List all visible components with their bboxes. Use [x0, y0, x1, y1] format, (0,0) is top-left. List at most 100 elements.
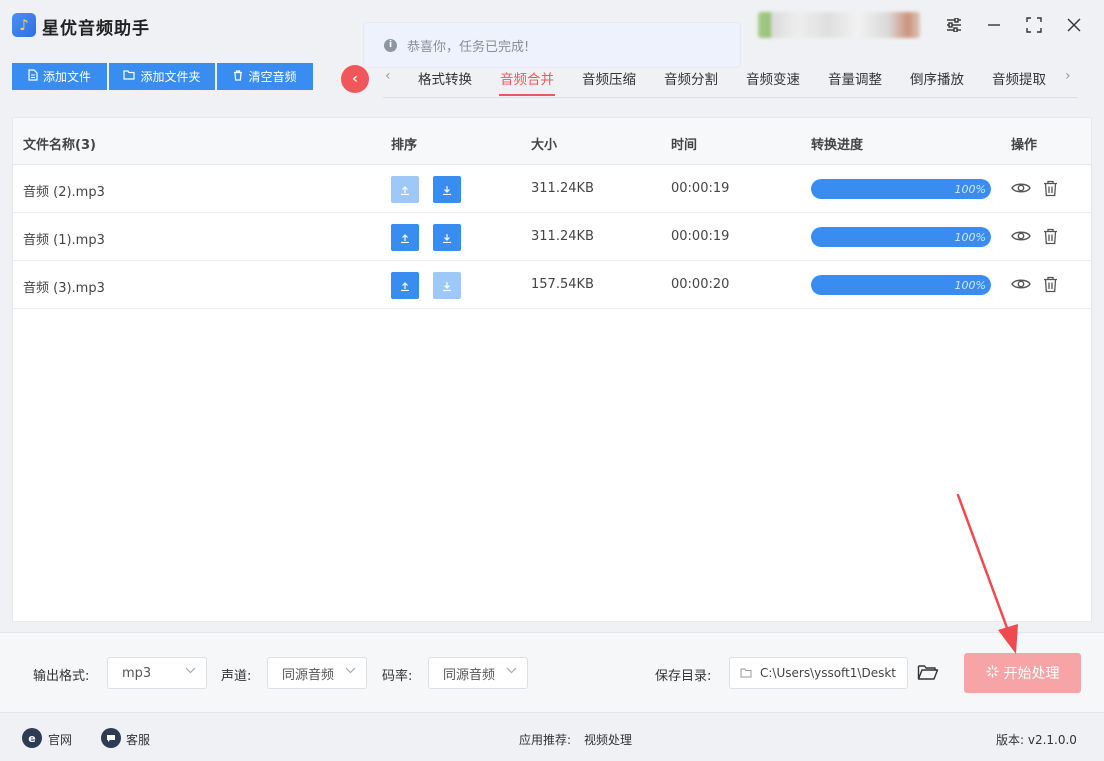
file-size: 311.24KB: [531, 229, 594, 244]
maximize-icon[interactable]: [1023, 14, 1045, 36]
progress-label: 100%: [954, 231, 986, 244]
file-name: 音频 (1).mp3: [23, 233, 105, 248]
save-dir-label: 保存目录:: [655, 669, 712, 684]
tab-audio-split[interactable]: 音频分割: [664, 68, 718, 88]
move-down-icon[interactable]: [433, 224, 461, 251]
move-down-icon[interactable]: [433, 176, 461, 203]
tab-audio-extract[interactable]: 音频提取: [992, 68, 1046, 88]
bitrate-label: 码率:: [382, 669, 413, 684]
file-size: 311.24KB: [531, 181, 594, 196]
music-note-icon: ♪: [12, 13, 36, 37]
support-link[interactable]: 客服: [126, 731, 150, 748]
file-duration: 00:00:20: [671, 277, 730, 292]
progress-fill: 100%: [811, 227, 991, 247]
header-sort: 排序: [391, 138, 418, 153]
channel-value: 同源音频: [282, 667, 335, 683]
info-icon: i: [384, 38, 397, 52]
progress-bar: 100%: [811, 227, 991, 247]
success-toast: i 恭喜你，任务已完成!: [363, 22, 741, 68]
add-folder-label: 添加文件夹: [140, 70, 201, 84]
progress-label: 100%: [954, 183, 986, 196]
settings-sliders-icon[interactable]: [943, 14, 965, 36]
table-header: 文件名称(3) 排序 大小 时间 转换进度 操作: [13, 118, 1091, 165]
table-row[interactable]: 音频 (2).mp3 311.24KB 00:00:19 100%: [13, 165, 1091, 213]
header-actions: 操作: [1011, 138, 1038, 153]
toast-message: 恭喜你，任务已完成!: [407, 39, 530, 55]
file-duration: 00:00:19: [671, 181, 730, 196]
website-icon[interactable]: e: [22, 728, 42, 748]
recommend-video-link[interactable]: 视频处理: [584, 731, 632, 748]
preview-eye-icon[interactable]: [1010, 273, 1032, 295]
file-name: 音频 (3).mp3: [23, 281, 105, 296]
channel-select[interactable]: 同源音频: [267, 657, 367, 689]
progress-bar: 100%: [811, 275, 991, 295]
move-down-icon[interactable]: [433, 272, 461, 299]
spinner-icon: [985, 664, 999, 682]
tab-format-convert[interactable]: 格式转换: [418, 68, 472, 88]
file-name: 音频 (2).mp3: [23, 185, 105, 200]
header-size: 大小: [531, 138, 558, 153]
clear-audio-button[interactable]: 清空音频: [217, 63, 313, 90]
start-process-label: 开始处理: [1003, 666, 1060, 682]
minimize-icon[interactable]: [983, 14, 1005, 36]
table-row[interactable]: 音频 (3).mp3 157.54KB 00:00:20 100%: [13, 261, 1091, 309]
tab-audio-compress[interactable]: 音频压缩: [582, 68, 636, 88]
move-up-icon[interactable]: [391, 176, 419, 203]
tab-reverse-play[interactable]: 倒序播放: [910, 68, 964, 88]
save-path-field[interactable]: C:\Users\yssoft1\Deskt: [729, 657, 908, 689]
file-icon: [28, 69, 38, 84]
channel-label: 声道:: [221, 669, 252, 684]
app-title: 星优音频助手: [42, 19, 150, 39]
chevron-down-icon: [506, 666, 517, 677]
table-row[interactable]: 音频 (1).mp3 311.24KB 00:00:19 100%: [13, 213, 1091, 261]
tab-scroll-right-icon[interactable]: ›: [1065, 68, 1071, 84]
chat-bubble-icon[interactable]: [101, 728, 121, 748]
add-folder-button[interactable]: 添加文件夹: [109, 63, 215, 90]
tab-audio-merge[interactable]: 音频合并: [500, 68, 554, 88]
delete-trash-icon[interactable]: [1039, 273, 1061, 295]
open-folder-icon[interactable]: [917, 664, 939, 685]
clear-audio-label: 清空音频: [248, 70, 297, 84]
chevron-down-icon: [185, 666, 196, 677]
trash-icon: [233, 69, 243, 84]
format-value: mp3: [122, 665, 152, 681]
bitrate-select[interactable]: 同源音频: [428, 657, 528, 689]
tab-volume-adjust[interactable]: 音量调整: [828, 68, 882, 88]
bitrate-value: 同源音频: [443, 667, 496, 683]
save-path-value: C:\Users\yssoft1\Deskt: [760, 666, 896, 680]
add-file-button[interactable]: 添加文件: [12, 63, 107, 90]
recommend-label: 应用推荐:: [519, 733, 572, 747]
tab-scroll-left-icon[interactable]: ‹: [385, 68, 391, 84]
delete-trash-icon[interactable]: [1039, 177, 1061, 199]
file-size: 157.54KB: [531, 277, 594, 292]
header-name: 文件名称(3): [23, 138, 96, 153]
version-text: 版本: v2.1.0.0: [996, 733, 1077, 747]
website-link[interactable]: 官网: [48, 731, 72, 748]
back-arrow-icon[interactable]: ‹: [341, 65, 369, 93]
header-progress: 转换进度: [811, 138, 864, 153]
user-avatar-blurred[interactable]: [758, 12, 920, 38]
progress-label: 100%: [954, 279, 986, 292]
move-up-icon[interactable]: [391, 224, 419, 251]
file-duration: 00:00:19: [671, 229, 730, 244]
start-process-button[interactable]: 开始处理: [964, 653, 1081, 693]
format-select[interactable]: mp3: [107, 657, 207, 689]
move-up-icon[interactable]: [391, 272, 419, 299]
header-time: 时间: [671, 138, 698, 153]
output-settings: 输出格式: mp3 声道: 同源音频 码率: 同源音频 保存目录: C:\Use…: [0, 632, 1104, 712]
preview-eye-icon[interactable]: [1010, 225, 1032, 247]
close-icon[interactable]: [1063, 14, 1085, 36]
active-tab-indicator: [499, 94, 555, 96]
status-bar: e 官网 客服 应用推荐: 视频处理 版本: v2.1.0.0: [0, 712, 1104, 761]
folder-icon: [123, 70, 136, 83]
folder-icon: [740, 668, 752, 678]
delete-trash-icon[interactable]: [1039, 225, 1061, 247]
add-file-label: 添加文件: [42, 70, 91, 84]
tab-audio-speed[interactable]: 音频变速: [746, 68, 800, 88]
file-table: 文件名称(3) 排序 大小 时间 转换进度 操作 音频 (2).mp3 311.…: [12, 117, 1092, 622]
progress-bar: 100%: [811, 179, 991, 199]
progress-fill: 100%: [811, 275, 991, 295]
progress-fill: 100%: [811, 179, 991, 199]
chevron-down-icon: [345, 666, 356, 677]
preview-eye-icon[interactable]: [1010, 177, 1032, 199]
